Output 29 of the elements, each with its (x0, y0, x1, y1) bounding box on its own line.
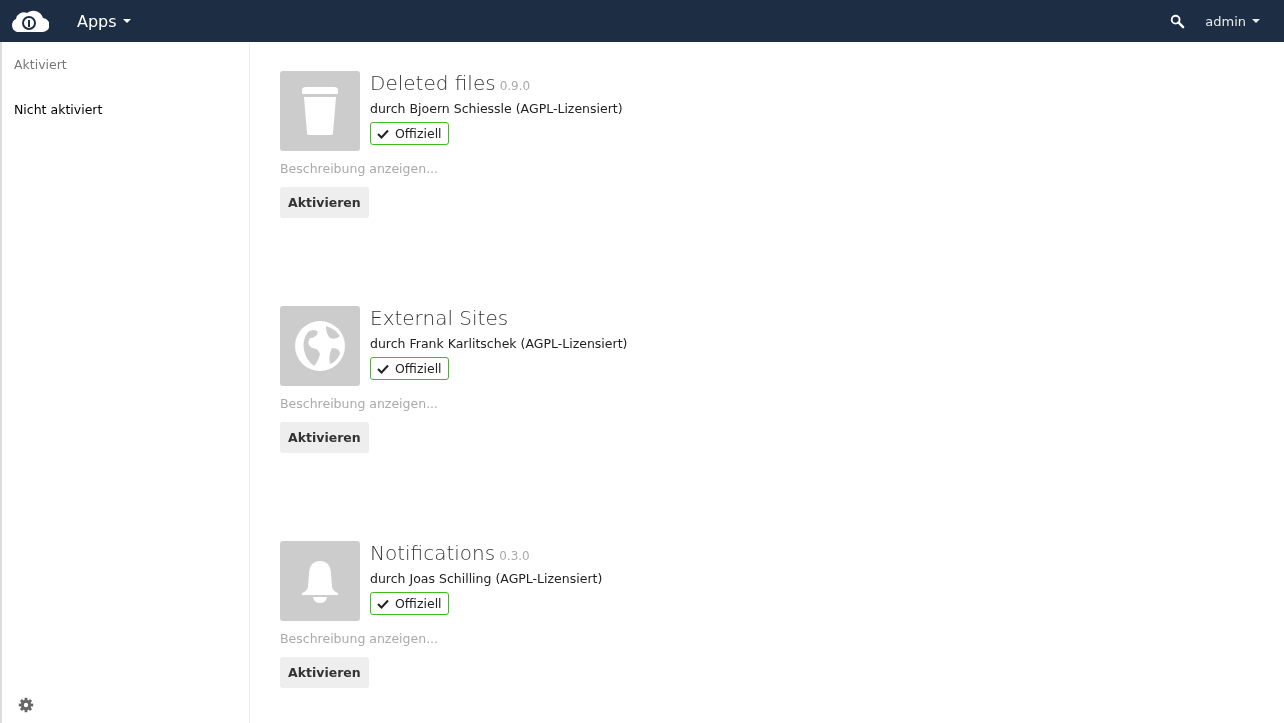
apps-menu[interactable]: Apps (77, 11, 131, 31)
app-author: durch Bjoern Schiessle (AGPL-Lizensiert) (370, 101, 623, 116)
app-title: Deleted files (370, 71, 496, 95)
settings-icon[interactable] (18, 697, 34, 713)
sidebar-item[interactable]: Aktiviert (14, 56, 249, 101)
user-menu[interactable]: admin (1205, 13, 1260, 29)
search-icon[interactable] (1170, 13, 1186, 29)
globe-icon (294, 320, 346, 372)
caret-icon (1252, 19, 1260, 23)
badge-label: Offiziell (395, 596, 442, 611)
trash-icon (300, 86, 340, 136)
cloud-logo-icon[interactable] (9, 8, 49, 34)
badge-label: Offiziell (395, 361, 442, 376)
enable-button[interactable]: Aktivieren (280, 187, 369, 218)
enable-button[interactable]: Aktivieren (280, 657, 369, 688)
app-title: External Sites (370, 306, 509, 330)
app-version: 0.3.0 (499, 549, 530, 563)
app-version: 0.9.0 (499, 79, 531, 93)
sidebar-item[interactable]: Nicht aktiviert (14, 101, 249, 146)
app-author: durch Joas Schilling (AGPL-Lizensiert) (370, 571, 603, 586)
bell-icon (300, 559, 340, 603)
app-author: durch Frank Karlitschek (AGPL-Lizensiert) (370, 336, 628, 351)
checkmark-icon (377, 363, 389, 374)
caret-icon (122, 19, 131, 23)
app-title: Notifications (370, 541, 496, 565)
checkmark-icon (377, 598, 389, 609)
badge-label: Offiziell (395, 126, 442, 141)
checkmark-icon (377, 128, 389, 139)
enable-button[interactable]: Aktivieren (280, 422, 369, 453)
